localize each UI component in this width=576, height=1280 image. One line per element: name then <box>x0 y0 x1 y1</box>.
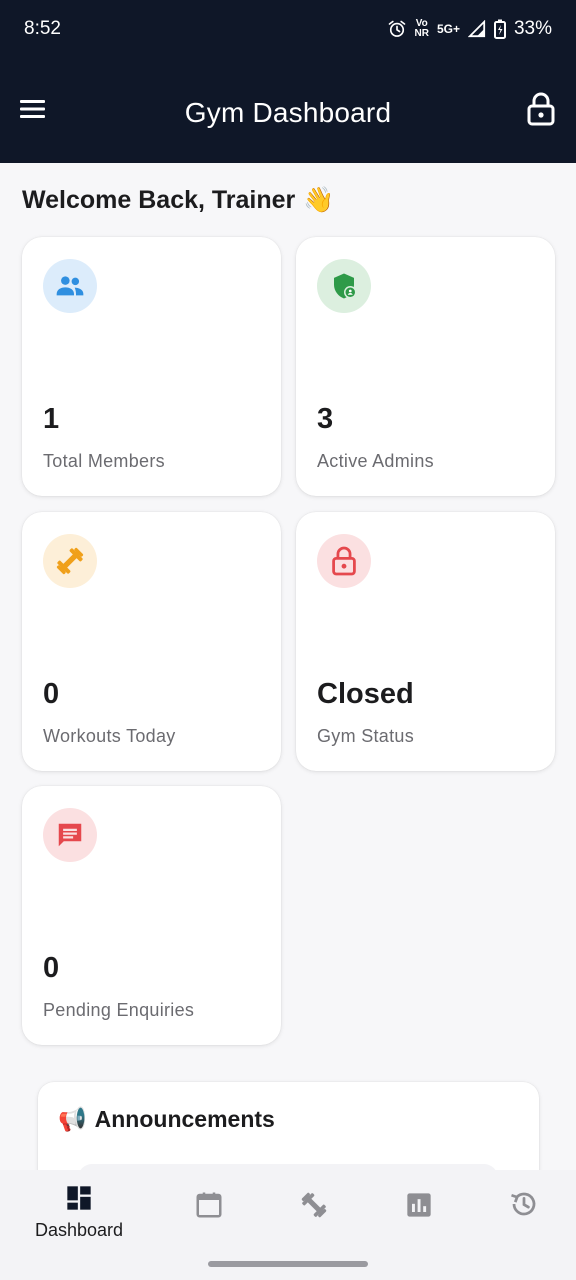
workouts-today-label: Workouts Today <box>43 726 176 746</box>
welcome-heading: Welcome Back, Trainer 👋 <box>22 186 334 215</box>
gym-status-icon-circle <box>317 534 371 588</box>
gym-status-label: Gym Status <box>317 726 415 746</box>
card-total-members[interactable]: 1 Total Members <box>22 237 281 496</box>
network-type: 5G+ <box>436 22 460 36</box>
battery-icon <box>493 19 506 39</box>
gym-status-value: Closed <box>317 678 414 710</box>
home-indicator[interactable] <box>208 1261 368 1267</box>
announcements-title: Announcements <box>94 1106 275 1132</box>
app-bar: Gym Dashboard <box>0 62 576 163</box>
announcements-heading: 📢 Announcements <box>58 1106 275 1133</box>
workouts-icon-circle <box>43 534 97 588</box>
dumbbell-icon <box>56 547 84 575</box>
wave-emoji: 👋 <box>303 186 335 214</box>
admin-shield-icon <box>334 273 357 299</box>
volte-indicator: Vo NR <box>414 18 429 39</box>
people-icon <box>56 276 84 296</box>
nav-dashboard-label: Dashboard <box>34 1220 124 1240</box>
lock-icon <box>332 546 356 576</box>
welcome-text: Welcome Back, Trainer <box>22 186 296 214</box>
history-icon <box>511 1192 536 1216</box>
members-icon-circle <box>43 259 97 313</box>
total-members-label: Total Members <box>43 451 165 471</box>
signal-icon <box>467 20 486 38</box>
lock-icon[interactable] <box>526 92 556 126</box>
card-pending-enquiries[interactable]: 0 Pending Enquiries <box>22 786 281 1045</box>
megaphone-icon: 📢 <box>58 1106 87 1132</box>
chart-icon <box>407 1193 431 1217</box>
nav-workouts[interactable] <box>264 1170 364 1250</box>
admins-icon-circle <box>317 259 371 313</box>
card-gym-status[interactable]: Closed Gym Status <box>296 512 555 771</box>
card-active-admins[interactable]: 3 Active Admins <box>296 237 555 496</box>
message-icon <box>58 823 82 847</box>
menu-icon[interactable] <box>18 94 48 124</box>
active-admins-label: Active Admins <box>317 451 434 471</box>
alarm-icon <box>388 20 405 37</box>
status-time: 8:52 <box>24 18 61 39</box>
dumbbell-icon <box>301 1192 327 1218</box>
enquiries-icon-circle <box>43 808 97 862</box>
total-members-value: 1 <box>43 403 60 435</box>
nav-calendar[interactable] <box>159 1170 259 1250</box>
battery-percent: 33% <box>513 18 552 39</box>
nav-dashboard[interactable]: Dashboard <box>29 1170 129 1250</box>
page-title: Gym Dashboard <box>184 96 392 128</box>
dashboard-icon <box>67 1186 91 1210</box>
status-icons: Vo NR 5G+ 33% <box>387 18 552 40</box>
card-workouts-today[interactable]: 0 Workouts Today <box>22 512 281 771</box>
nav-history[interactable] <box>474 1170 574 1250</box>
status-bar: 8:52 Vo NR 5G+ 33% <box>0 0 576 62</box>
calendar-icon <box>196 1192 222 1218</box>
pending-enquiries-label: Pending Enquiries <box>43 1000 195 1020</box>
pending-enquiries-value: 0 <box>43 952 60 984</box>
nav-reports[interactable] <box>369 1170 469 1250</box>
workouts-today-value: 0 <box>43 678 60 710</box>
active-admins-value: 3 <box>317 403 334 435</box>
